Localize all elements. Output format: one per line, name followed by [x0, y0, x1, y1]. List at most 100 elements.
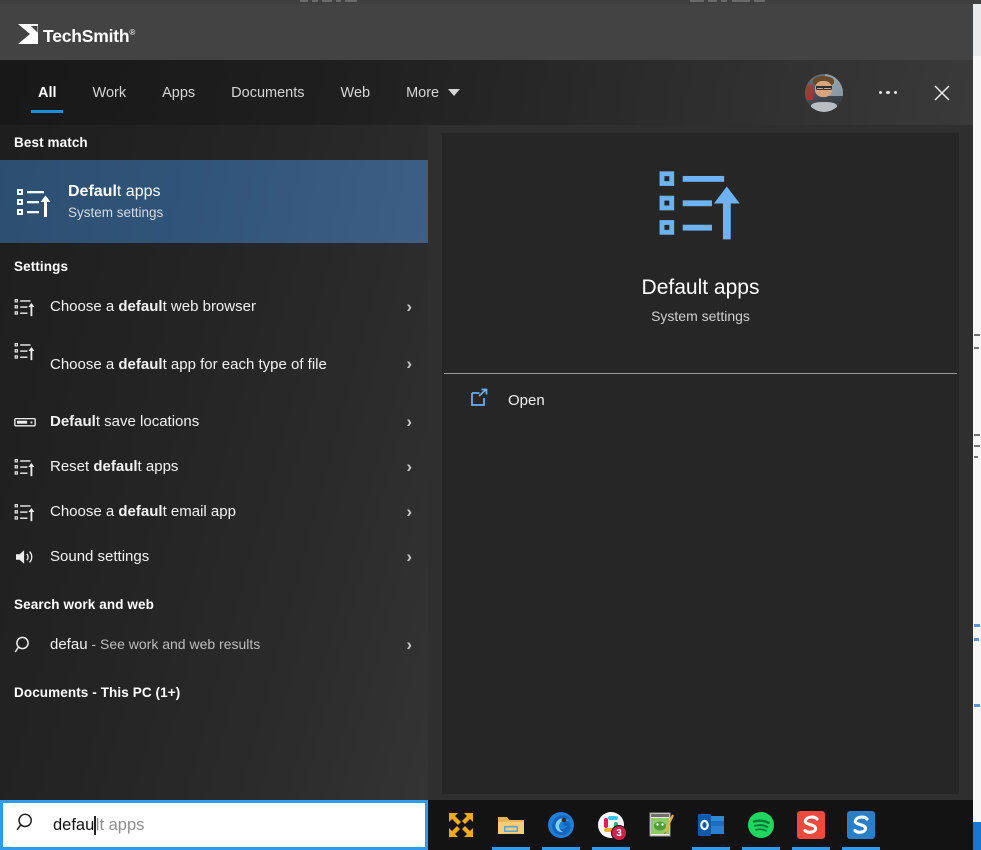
taskbar-search-box[interactable]: default apps: [0, 800, 428, 850]
preview-pane-container: Default apps System settings: [428, 125, 973, 800]
best-match-result[interactable]: Default apps System settings: [0, 160, 428, 243]
slack-icon: 3: [596, 810, 626, 840]
header-actions: [805, 60, 973, 125]
techsmith-branding-bar: TechSmith®: [0, 4, 981, 60]
chevron-right-icon: ›: [396, 297, 412, 317]
settings-item-label: Choose a default app for each type of fi…: [40, 354, 396, 375]
settings-item-sound-settings[interactable]: Sound settings ›: [0, 534, 428, 579]
preview-pane: Default apps System settings: [442, 133, 959, 794]
web-suffix-text: - See work and web results: [88, 636, 261, 652]
paint-icon: [646, 810, 676, 840]
search-input-typed: defau: [53, 816, 94, 835]
label-post: Sound settings: [50, 548, 149, 565]
preview-open-action[interactable]: Open: [442, 374, 959, 426]
default-apps-icon: [12, 180, 56, 224]
search-work-web-label: defau - See work and web results: [40, 634, 396, 655]
chevron-right-icon: ›: [396, 412, 412, 432]
chevron-right-icon: ›: [396, 457, 412, 477]
settings-item-label: Choose a default web browser: [40, 296, 396, 317]
spotify-icon: [746, 810, 776, 840]
search-tab-bar: All Work Apps Documents Web More: [0, 60, 973, 125]
taskbar-item-spotify[interactable]: [736, 800, 786, 850]
search-body: Best match: [0, 125, 973, 800]
web-query-text: defau: [50, 636, 88, 653]
screen-root: TechSmith® All Work Apps Documents Web M…: [0, 0, 981, 850]
settings-item-default-save-locations[interactable]: Default save locations ›: [0, 399, 428, 444]
label-pre: Reset: [50, 458, 93, 475]
taskbar-item-slack[interactable]: 3: [586, 800, 636, 850]
taskbar-item-outlook[interactable]: [686, 800, 736, 850]
label-pre: Choose a: [50, 298, 118, 315]
label-post: t email app: [163, 503, 236, 520]
notification-badge: 3: [611, 825, 627, 841]
taskbar-item-snagit-capture[interactable]: [836, 800, 886, 850]
techsmith-logo-icon: [18, 24, 38, 44]
background-window-right-sliver: [973, 4, 981, 850]
label-post: t save locations: [96, 413, 199, 430]
results-list: Best match: [0, 125, 428, 800]
settings-item-choose-default-email-app[interactable]: Choose a default email app ›: [0, 489, 428, 534]
search-icon: [16, 812, 37, 838]
search-icon: [14, 635, 40, 655]
speaker-icon: [14, 548, 40, 566]
best-match-header: Best match: [0, 125, 428, 160]
settings-header: Settings: [0, 249, 428, 284]
taskbar-item-file-explorer[interactable]: [486, 800, 536, 850]
tab-more[interactable]: More: [388, 60, 478, 125]
tab-more-label: More: [406, 85, 439, 101]
documents-this-pc-header: Documents - This PC (1+): [0, 675, 428, 710]
tab-all[interactable]: All: [20, 60, 75, 125]
tab-apps-label: Apps: [162, 85, 195, 101]
label-post: t app for each type of file: [163, 356, 327, 373]
close-button[interactable]: [911, 60, 973, 125]
label-pre: Choose a: [50, 503, 118, 520]
tab-web[interactable]: Web: [323, 60, 389, 125]
drive-icon: [14, 415, 40, 429]
settings-item-label: Default save locations: [40, 411, 396, 432]
tab-work[interactable]: Work: [75, 60, 145, 125]
label-post: t apps: [138, 458, 179, 475]
tab-apps[interactable]: Apps: [144, 60, 213, 125]
search-flyout: All Work Apps Documents Web More: [0, 60, 973, 800]
snagit-red-icon: [796, 810, 826, 840]
best-match-text: Default apps System settings: [68, 183, 163, 220]
search-work-web-result[interactable]: defau - See work and web results ›: [0, 622, 428, 667]
chevron-right-icon: ›: [396, 547, 412, 567]
default-apps-icon: [14, 457, 40, 477]
snagit-blue-icon: [846, 810, 876, 840]
label-bold: defaul: [118, 503, 162, 520]
taskbar-item-snagit-editor[interactable]: [786, 800, 836, 850]
techsmith-logo: TechSmith®: [18, 23, 135, 46]
default-apps-icon: [656, 165, 746, 248]
best-match-title-rest: t apps: [117, 183, 161, 200]
taskbar-item-paint[interactable]: [636, 800, 686, 850]
registered-mark: ®: [129, 28, 135, 37]
settings-item-choose-default-app-per-file-type[interactable]: Choose a default app for each type of fi…: [0, 329, 428, 399]
search-input-suggestion: lt apps: [96, 816, 145, 835]
open-external-icon: [470, 388, 490, 413]
settings-item-choose-default-web-browser[interactable]: Choose a default web browser ›: [0, 284, 428, 329]
tab-all-label: All: [38, 85, 57, 101]
preview-open-label: Open: [508, 392, 545, 409]
outlook-icon: [696, 810, 726, 840]
best-match-title: Default apps: [68, 183, 163, 201]
folder-icon: [496, 810, 526, 840]
taskbar-item-network-map[interactable]: [436, 800, 486, 850]
default-apps-icon: [14, 341, 40, 361]
best-match-subtitle: System settings: [68, 205, 163, 220]
label-bold: defaul: [93, 458, 137, 475]
preview-subtitle: System settings: [651, 308, 750, 324]
settings-item-reset-default-apps[interactable]: Reset default apps ›: [0, 444, 428, 489]
tab-documents[interactable]: Documents: [213, 60, 322, 125]
user-avatar[interactable]: [805, 74, 843, 112]
tab-web-label: Web: [341, 85, 371, 101]
taskbar-item-firefox[interactable]: [536, 800, 586, 850]
techsmith-logo-text: TechSmith®: [43, 23, 135, 46]
label-pre: Choose a: [50, 356, 118, 373]
brand-name: TechSmith: [43, 26, 129, 46]
preview-title: Default apps: [642, 276, 760, 300]
more-options-button[interactable]: [865, 60, 911, 125]
preview-hero: Default apps System settings: [442, 133, 959, 355]
default-apps-icon: [14, 502, 40, 522]
label-bold: defaul: [118, 356, 162, 373]
